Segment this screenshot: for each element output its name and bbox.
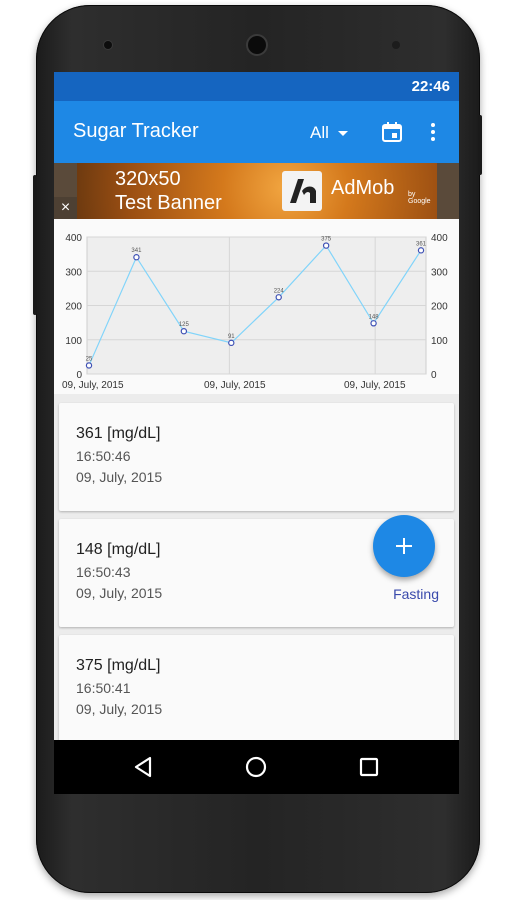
filter-dropdown[interactable]: All (310, 121, 348, 145)
ad-close-icon[interactable]: × (54, 197, 77, 219)
recents-icon[interactable] (356, 754, 382, 780)
entry-card[interactable]: 375 [mg/dL] 16:50:41 09, July, 2015 (59, 635, 454, 743)
data-point (370, 320, 377, 327)
entry-tag: Fasting (393, 586, 439, 602)
data-point (417, 247, 425, 254)
ad-size-text: 320x50 (115, 168, 181, 190)
entry-time: 16:50:41 (76, 680, 131, 696)
volume-button (33, 175, 37, 315)
y-tick-label-right: 400 (431, 233, 448, 244)
add-entry-button[interactable] (373, 515, 435, 577)
status-bar: 22:46 (54, 72, 459, 101)
data-point (180, 327, 188, 335)
entry-time: 16:50:46 (76, 448, 131, 464)
x-tick-label: 09, July, 2015 (62, 380, 124, 391)
calendar-icon[interactable] (381, 121, 403, 143)
data-point (275, 294, 282, 301)
power-button (478, 115, 482, 175)
data-point (322, 242, 330, 249)
admob-brand-text: AdMob (331, 177, 395, 199)
glucose-chart-card: 0 0 100 100 200 200 300 300 400 400 09, July, 2015… (54, 219, 459, 394)
y-tick-label-right: 300 (431, 267, 448, 278)
entry-card[interactable]: 361 [mg/dL] 16:50:46 09, July, 2015 (59, 403, 454, 511)
point-label: 148 (369, 314, 380, 320)
entry-value: 375 [mg/dL] (76, 657, 161, 674)
entry-value: 148 [mg/dL] (76, 541, 161, 558)
point-label: 224 (274, 288, 285, 294)
back-icon[interactable] (130, 754, 156, 780)
dropdown-arrow-icon (337, 130, 348, 136)
light-sensor (392, 41, 400, 49)
status-time: 22:46 (411, 78, 450, 95)
data-point (85, 362, 93, 369)
x-tick-label: 09, July, 2015 (344, 380, 406, 391)
app-bar: Sugar Tracker All (54, 101, 459, 163)
app-title: Sugar Tracker (73, 120, 199, 142)
entry-value: 361 [mg/dL] (76, 425, 161, 442)
ad-label-text: Test Banner (115, 192, 222, 214)
point-label: 361 (416, 241, 427, 247)
filter-selected-value: All (310, 123, 329, 142)
screen: 22:46 Sugar Tracker All × 320x50 Test Ba… (54, 72, 459, 794)
ad-banner-image[interactable]: 320x50 Test Banner AdMob by Google (77, 163, 437, 219)
entry-date: 09, July, 2015 (76, 585, 163, 601)
overflow-menu-icon[interactable] (426, 121, 440, 143)
point-label: 125 (179, 322, 190, 328)
x-tick-label: 09, July, 2015 (204, 380, 266, 391)
glucose-chart: 0 0100 100200 200300 300400 40009, July, 2015… (62, 233, 448, 391)
entry-date: 09, July, 2015 (76, 469, 163, 485)
y-tick-label-left: 400 (65, 233, 82, 244)
data-point (228, 339, 235, 347)
y-tick-label-right: 100 (431, 336, 448, 347)
proximity-sensor (104, 41, 112, 49)
entry-time: 16:50:43 (76, 564, 131, 580)
y-tick-label-right: 200 (431, 302, 448, 313)
admob-brand-sub: by Google (408, 191, 431, 205)
point-label: 375 (321, 237, 332, 243)
y-tick-label-left: 200 (65, 302, 82, 313)
y-tick-label-left: 100 (65, 336, 82, 347)
point-label: 341 (131, 248, 142, 254)
front-camera (248, 36, 266, 54)
point-label: 91 (228, 334, 235, 340)
home-icon[interactable] (243, 754, 269, 780)
content-area[interactable]: 0 0 100 100 200 200 300 300 400 400 09, July, 2015… (54, 219, 459, 794)
admob-logo-icon (282, 171, 322, 211)
y-tick-label-right: 0 (431, 370, 437, 381)
entry-date: 09, July, 2015 (76, 701, 163, 717)
y-tick-label-left: 300 (65, 267, 82, 278)
data-point (133, 254, 140, 261)
point-label: 25 (86, 356, 93, 362)
navigation-bar (54, 740, 459, 794)
ad-banner[interactable]: × 320x50 Test Banner AdMob by Google (54, 163, 459, 219)
